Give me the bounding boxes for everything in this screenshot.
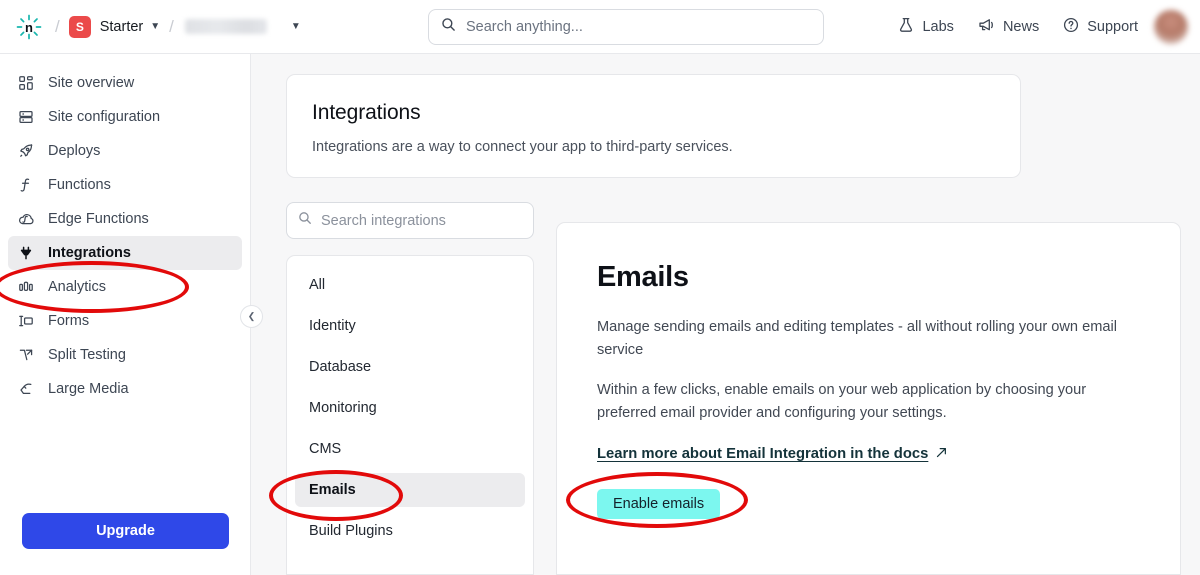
site-name-redacted xyxy=(184,19,267,34)
sidebar-label-split-testing: Split Testing xyxy=(48,347,126,363)
category-label-all: All xyxy=(309,277,326,293)
sidebar-label-deploys: Deploys xyxy=(48,143,101,159)
sidebar-item-site-overview[interactable]: Site overview xyxy=(8,66,242,100)
category-item-identity[interactable]: Identity xyxy=(295,309,525,343)
global-search-input[interactable]: Search anything... xyxy=(428,9,824,45)
sidebar-label-analytics: Analytics xyxy=(48,279,107,295)
split-testing-icon xyxy=(18,345,40,365)
category-item-build-plugins[interactable]: Build Plugins xyxy=(295,514,525,548)
grid-icon xyxy=(18,73,40,93)
top-nav-label-labs: Labs xyxy=(922,19,954,35)
chevron-down-icon-site[interactable]: ▼ xyxy=(291,21,301,32)
megaphone-icon xyxy=(978,17,995,37)
search-icon xyxy=(298,211,312,230)
top-bar: n / S Starter ▼ / ▼ Search anything... L… xyxy=(0,0,1200,54)
sidebar-label-forms: Forms xyxy=(48,313,90,329)
app-root: n / S Starter ▼ / ▼ Search anything... L… xyxy=(0,0,1200,575)
category-label-database: Database xyxy=(309,359,372,375)
netlify-logo-icon[interactable]: n xyxy=(12,10,46,44)
top-nav-label-support: Support xyxy=(1087,19,1138,35)
sidebar-label-site-configuration: Site configuration xyxy=(48,109,161,125)
breadcrumb-separator-1: / xyxy=(55,16,60,36)
category-label-identity: Identity xyxy=(309,318,356,334)
breadcrumb-site[interactable]: ▼ xyxy=(183,19,301,34)
sidebar-label-edge-functions: Edge Functions xyxy=(48,211,149,227)
top-nav: Labs News Support xyxy=(898,0,1138,54)
plug-icon xyxy=(18,243,40,263)
top-nav-item-support[interactable]: Support xyxy=(1063,17,1138,37)
page-title: Integrations xyxy=(312,101,421,124)
integrations-search-placeholder: Search integrations xyxy=(321,212,446,229)
function-icon xyxy=(18,175,40,195)
category-item-database[interactable]: Database xyxy=(295,350,525,384)
integration-detail-panel: Emails Manage sending emails and editing… xyxy=(556,222,1181,575)
sidebar: Site overview Site configuration Deploys xyxy=(0,54,251,575)
sidebar-item-edge-functions[interactable]: Edge Functions xyxy=(8,202,242,236)
flask-icon xyxy=(898,17,914,37)
top-nav-item-news[interactable]: News xyxy=(978,17,1039,37)
form-icon xyxy=(18,311,40,331)
sidebar-item-large-media[interactable]: Large Media xyxy=(8,372,242,406)
sidebar-item-functions[interactable]: Functions xyxy=(8,168,242,202)
page-description: Integrations are a way to connect your a… xyxy=(312,139,733,155)
main-content: Integrations Integrations are a way to c… xyxy=(251,54,1200,575)
sidebar-item-analytics[interactable]: Analytics xyxy=(8,270,242,304)
detail-title: Emails xyxy=(597,261,689,293)
edge-function-icon xyxy=(18,209,40,229)
category-list: All Identity Database Monitoring CMS Ema… xyxy=(286,255,534,575)
upgrade-button[interactable]: Upgrade xyxy=(22,513,229,549)
category-item-cms[interactable]: CMS xyxy=(295,432,525,466)
category-label-cms: CMS xyxy=(309,441,342,457)
sidebar-label-site-overview: Site overview xyxy=(48,75,135,91)
sidebar-collapse-button[interactable]: ❮ xyxy=(240,305,263,328)
large-media-icon xyxy=(18,379,40,399)
category-item-monitoring[interactable]: Monitoring xyxy=(295,391,525,425)
integrations-hero-card: Integrations Integrations are a way to c… xyxy=(286,74,1021,178)
breadcrumb-separator-2: / xyxy=(169,16,174,36)
sidebar-item-deploys[interactable]: Deploys xyxy=(8,134,242,168)
breadcrumb-plan[interactable]: S Starter ▼ xyxy=(68,15,160,38)
chevron-down-icon[interactable]: ▼ xyxy=(150,21,160,32)
avatar[interactable] xyxy=(1154,10,1188,44)
sidebar-label-large-media: Large Media xyxy=(48,381,129,397)
sidebar-item-integrations[interactable]: Integrations xyxy=(8,236,242,270)
category-label-monitoring: Monitoring xyxy=(309,400,377,416)
plan-name-label: Starter xyxy=(99,18,144,35)
top-nav-item-labs[interactable]: Labs xyxy=(898,17,954,37)
top-nav-label-news: News xyxy=(1002,19,1040,35)
server-icon xyxy=(18,107,40,127)
category-label-emails: Emails xyxy=(309,482,356,498)
rocket-icon xyxy=(18,141,40,161)
category-label-build-plugins: Build Plugins xyxy=(309,523,393,539)
sidebar-label-functions: Functions xyxy=(48,177,111,193)
sidebar-item-forms[interactable]: Forms xyxy=(8,304,242,338)
learn-more-docs-link[interactable]: Learn more about Email Integration in th… xyxy=(597,446,947,462)
search-icon xyxy=(441,17,456,37)
category-item-all[interactable]: All xyxy=(295,268,525,302)
enable-emails-button[interactable]: Enable emails xyxy=(597,489,721,520)
global-search-placeholder: Search anything... xyxy=(466,19,583,35)
detail-paragraph-2: Within a few clicks, enable emails on yo… xyxy=(597,382,1087,421)
integrations-search-input[interactable]: Search integrations xyxy=(286,202,534,239)
external-link-icon xyxy=(936,446,947,462)
sidebar-label-integrations: Integrations xyxy=(48,245,131,261)
sidebar-item-split-testing[interactable]: Split Testing xyxy=(8,338,242,372)
docs-link-label: Learn more about Email Integration in th… xyxy=(597,446,929,463)
question-circle-icon xyxy=(1063,17,1079,37)
chevron-left-icon: ❮ xyxy=(247,311,256,321)
bar-chart-icon xyxy=(18,277,40,297)
category-item-emails[interactable]: Emails xyxy=(295,473,525,507)
detail-paragraph-1: Manage sending emails and editing templa… xyxy=(597,319,1117,358)
sidebar-item-site-configuration[interactable]: Site configuration xyxy=(8,100,242,134)
plan-badge: S xyxy=(68,15,91,38)
svg-text:n: n xyxy=(25,20,33,35)
